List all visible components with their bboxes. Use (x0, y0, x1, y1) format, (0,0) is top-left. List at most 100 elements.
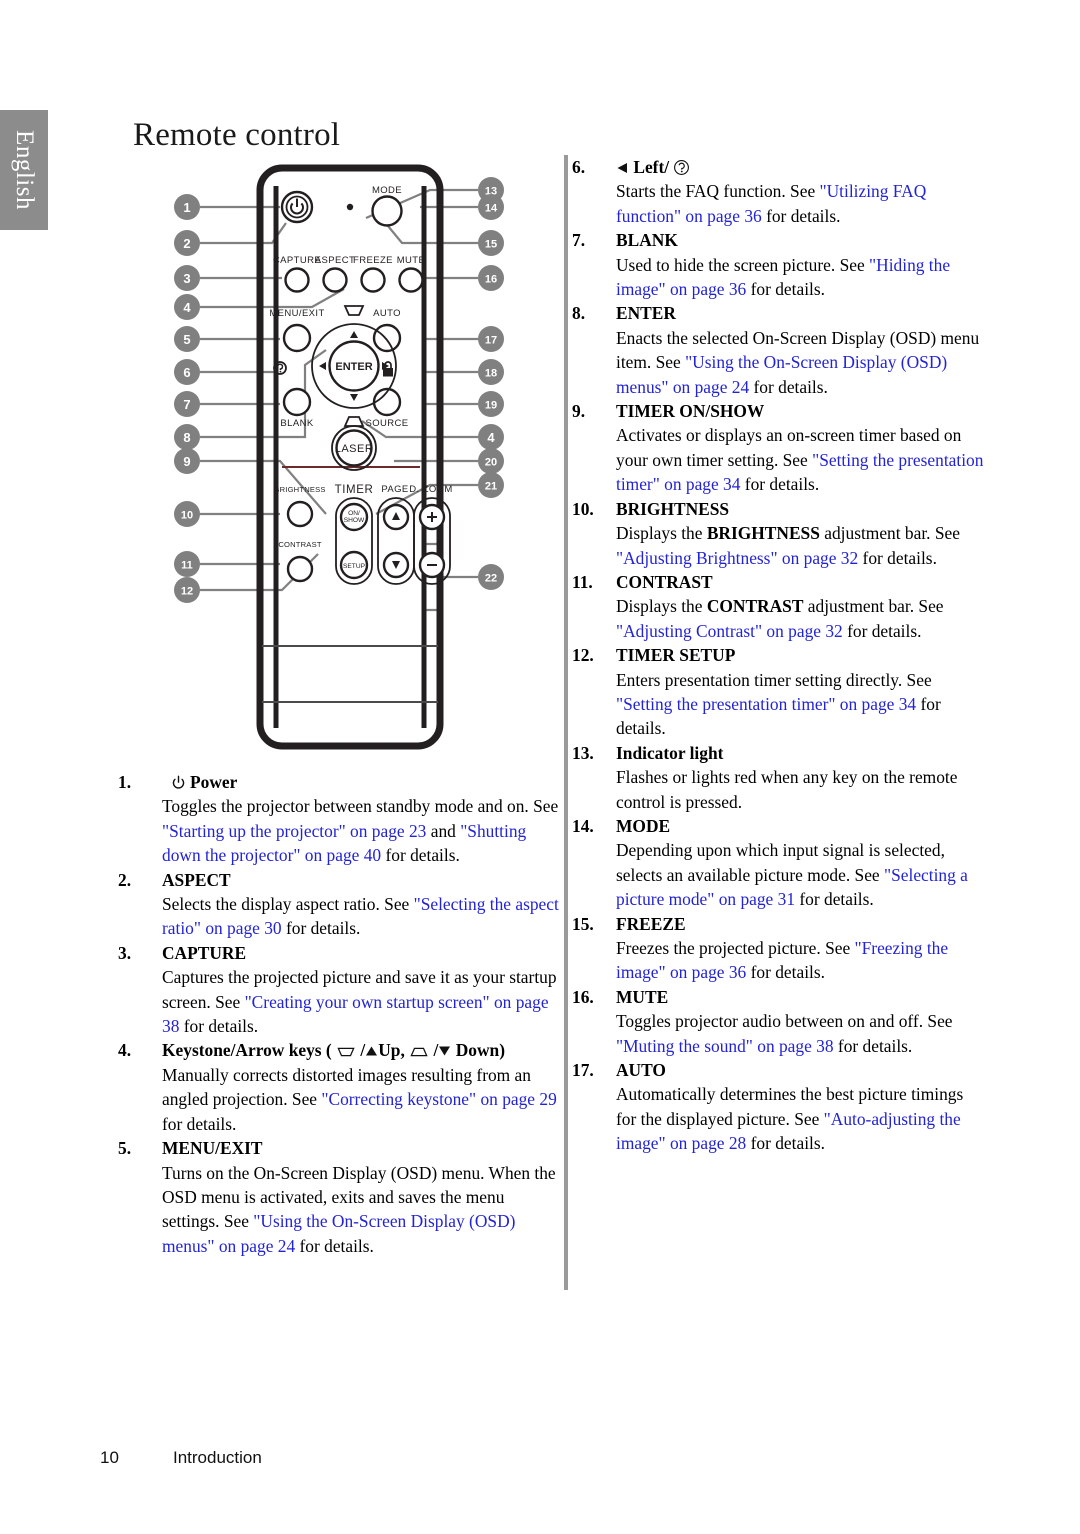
svg-text:LASER: LASER (335, 443, 374, 455)
cross-reference-link[interactable]: "Adjusting Contrast" on page 32 (616, 621, 843, 641)
control-description-item: 15. FREEZE Freezes the projected picture. … (572, 912, 984, 985)
control-description-item: 12. TIMER SETUP Enters presentation timer … (572, 643, 984, 741)
svg-text:ASPECT: ASPECT (315, 255, 355, 266)
cross-reference-link[interactable]: "Setting the presentation timer" on page… (616, 694, 916, 714)
cross-reference-link[interactable]: "Correcting keystone" on page 29 (321, 1089, 556, 1109)
arrow-down-icon (438, 1039, 451, 1056)
item-number: 2. (118, 869, 132, 890)
item-heading: 1. Power (118, 770, 566, 794)
control-description-item: 13. Indicator light Flashes or lights red … (572, 741, 984, 814)
control-description-item: 3. CAPTURE Captures the projected picture … (118, 941, 566, 1039)
item-label: FREEZE (616, 913, 686, 934)
body-text: for details. (746, 962, 825, 983)
body-text: Flashes or lights red when any key on th… (616, 767, 958, 812)
emphasis-text: CONTRAST (706, 596, 804, 617)
body-text: Toggles projector audio between on and o… (616, 1011, 953, 1032)
svg-text:BLANK: BLANK (280, 418, 313, 429)
item-heading: 4. Keystone/Arrow keys ( / Up, / Down) (118, 1038, 566, 1062)
footer-page-number: 10 (100, 1448, 119, 1467)
body-text: for details. (842, 620, 922, 641)
item-description: Used to hide the screen picture. See "Hi… (616, 253, 984, 302)
keystone-top-icon (337, 1040, 355, 1057)
emphasis-text: BRIGHTNESS (706, 523, 820, 544)
svg-text:SHOW: SHOW (344, 517, 365, 524)
svg-text:16: 16 (485, 274, 497, 286)
body-text: for details. (295, 1235, 374, 1256)
cross-reference-link[interactable]: "Starting up the projector" on page 23 (162, 821, 426, 841)
item-number: 9. (572, 401, 586, 422)
item-description: Manually corrects distorted images resul… (162, 1063, 566, 1136)
item-description: Displays the CONTRAST adjustment bar. Se… (616, 594, 984, 643)
arrow-left-icon (616, 156, 629, 173)
language-tab: English (0, 110, 48, 230)
item-heading: 12. TIMER SETUP (572, 643, 984, 667)
language-tab-label: English (11, 130, 38, 210)
cross-reference-link[interactable]: "Adjusting Brightness" on page 32 (616, 548, 858, 568)
svg-text:12: 12 (181, 586, 193, 598)
body-text: for details. (833, 1035, 913, 1056)
svg-text:D. ZOOM: D. ZOOM (409, 484, 452, 495)
item-label: CONTRAST (616, 571, 713, 592)
item-heading: 6. Left/ (572, 155, 984, 179)
description-column-right: 6. Left/ Starts the FAQ function. See "U… (572, 155, 984, 1156)
page-title: Remote control (133, 117, 341, 154)
svg-text:SOURCE: SOURCE (365, 418, 408, 429)
svg-text:ON/: ON/ (348, 510, 360, 517)
svg-text:21: 21 (485, 481, 497, 493)
svg-text:MENU/EXIT: MENU/EXIT (269, 308, 324, 319)
svg-text:4: 4 (487, 430, 495, 445)
svg-text:20: 20 (485, 457, 497, 469)
body-text: Starts the FAQ function. See (616, 181, 820, 202)
body-text: for details. (746, 279, 825, 300)
svg-text:3: 3 (183, 271, 190, 286)
body-text: for details. (761, 205, 841, 226)
svg-text:FREEZE: FREEZE (353, 255, 393, 266)
body-text: for details. (281, 918, 361, 939)
item-heading: 10. BRIGHTNESS (572, 497, 984, 521)
item-number: 12. (572, 645, 594, 666)
item-description: Automatically determines the best pictur… (616, 1082, 984, 1155)
manual-page: English Remote control .bodyline{fill:no… (0, 0, 1080, 1534)
control-description-item: 9. TIMER ON/SHOW Activates or displays an … (572, 399, 984, 497)
item-label: MODE (616, 815, 671, 836)
svg-text:MODE: MODE (372, 185, 402, 196)
svg-text:AUTO: AUTO (373, 308, 401, 319)
svg-text:19: 19 (485, 400, 497, 412)
item-heading: 3. CAPTURE (118, 941, 566, 965)
item-heading: 16. MUTE (572, 985, 984, 1009)
item-heading: 11. CONTRAST (572, 570, 984, 594)
control-description-item: 11. CONTRAST Displays the CONTRAST adjustm… (572, 570, 984, 643)
item-heading: 7. BLANK (572, 228, 984, 252)
cross-reference-link[interactable]: "Muting the sound" on page 38 (616, 1036, 834, 1056)
body-text: for details. (749, 376, 828, 397)
item-number: 6. (572, 157, 586, 177)
item-number: 10. (572, 498, 594, 519)
svg-text:MUTE: MUTE (397, 255, 426, 266)
svg-text:18: 18 (485, 368, 497, 380)
item-heading: 9. TIMER ON/SHOW (572, 399, 984, 423)
page-footer: 10 Introduction (100, 1448, 262, 1468)
description-column-left: 1. Power Toggles the projector between st… (118, 770, 566, 1258)
item-number: 1. (118, 772, 132, 792)
item-number: 3. (118, 942, 132, 963)
svg-text:10: 10 (181, 510, 193, 522)
item-label: Power (162, 770, 566, 794)
body-text: Displays the (616, 523, 707, 544)
control-description-item: 6. Left/ Starts the FAQ function. See "U… (572, 155, 984, 228)
item-label: TIMER SETUP (616, 645, 736, 666)
control-description-item: 5. MENU/EXIT Turns on the On-Screen Displa… (118, 1136, 566, 1258)
item-label: Left/ (616, 155, 984, 179)
item-label: MENU/EXIT (162, 1138, 263, 1159)
item-label: CAPTURE (162, 942, 247, 963)
body-text: for details. (162, 1113, 237, 1134)
item-label: MUTE (616, 986, 669, 1007)
body-text: Selects the display aspect ratio. See (162, 894, 414, 915)
item-number: 7. (572, 230, 586, 251)
item-label: BRIGHTNESS (616, 498, 730, 519)
keystone-bottom-icon (410, 1040, 428, 1057)
svg-text:ENTER: ENTER (335, 361, 372, 373)
footer-section-label: Introduction (173, 1448, 262, 1467)
body-text: Freezes the projected picture. See (616, 938, 855, 958)
item-label: BLANK (616, 230, 678, 251)
item-number: 8. (572, 303, 586, 324)
